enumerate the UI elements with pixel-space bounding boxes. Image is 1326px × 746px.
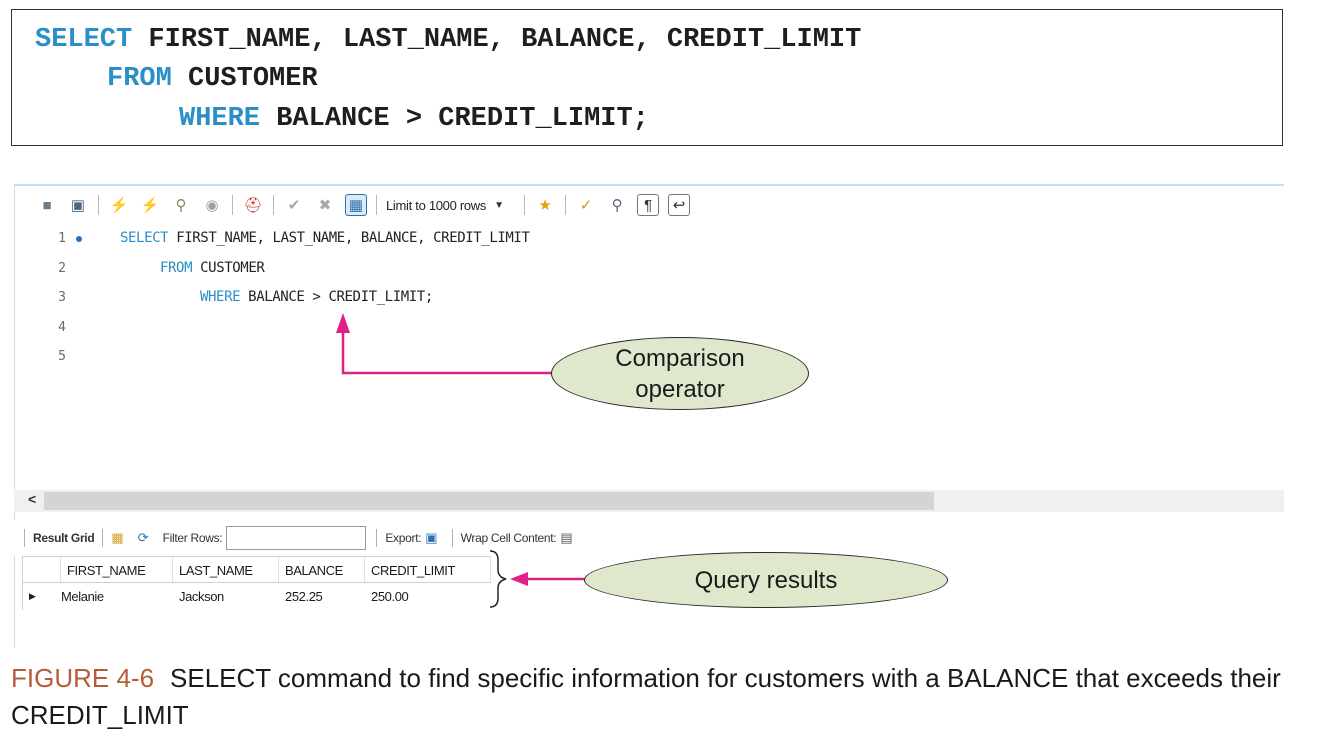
column-header[interactable]: BALANCE [279,557,365,584]
code-line-2: FROM CUSTOMER [107,63,318,95]
execute-current-icon[interactable]: ⚡ [139,194,161,216]
column-header[interactable]: LAST_NAME [173,557,279,584]
scrollbar-thumb[interactable] [44,492,934,510]
line-number: 4 [58,320,66,335]
explain-icon[interactable]: ⚲ [170,194,192,216]
editor-line-3: WHERE BALANCE > CREDIT_LIMIT; [200,289,433,305]
keyword-from: FROM [107,64,172,94]
folder-icon[interactable]: ■ [36,194,58,216]
keyword-select: SELECT [35,25,133,55]
filter-rows-input[interactable] [226,526,367,550]
limit-rows-select[interactable]: Limit to 1000 rows [386,198,486,213]
editor-line-1: SELECT FIRST_NAME, LAST_NAME, BALANCE, C… [120,230,530,246]
table-row[interactable]: ▶ Melanie Jackson 252.25 250.00 [23,583,491,610]
rollback-icon[interactable]: ✖ [314,194,336,216]
column-header[interactable]: FIRST_NAME [61,557,173,584]
editor-keyword-select: SELECT [120,230,169,246]
export-label: Export: [385,531,422,545]
find-icon[interactable]: ⚲ [606,194,628,216]
keyword-where: WHERE [179,104,261,134]
refresh-icon[interactable]: ⟳ [138,530,149,546]
toolbar-divider [273,195,274,215]
line-number: 1 [58,231,66,246]
beautify-icon[interactable]: ★ [534,194,556,216]
toolbar-divider [451,529,453,547]
comparison-operator-callout: Comparison operator [551,337,809,410]
stop-icon[interactable]: ◉ [201,194,223,216]
toolbar-divider [102,529,104,547]
grid-corner-cell [23,557,61,584]
wrap-icon[interactable]: ↩ [668,194,691,216]
callout-text: Query results [694,566,838,594]
toolbar-divider [232,195,233,215]
callout-line: operator [635,375,725,403]
wrap-cell-label: Wrap Cell Content: [460,531,557,545]
figure-label: FIGURE 4-6 [11,663,155,693]
statement-marker-icon [76,236,82,242]
horizontal-scrollbar[interactable]: < [14,490,1284,512]
from-table: CUSTOMER [171,64,318,94]
cleanup-icon[interactable]: ✓ [575,194,597,216]
line-number: 2 [58,261,66,276]
export-icon[interactable]: ▣ [425,530,437,546]
scroll-left-icon[interactable]: < [28,491,36,507]
editor-line-2: FROM CUSTOMER [160,260,265,276]
grid-header-row: FIRST_NAME LAST_NAME BALANCE CREDIT_LIMI… [23,556,491,584]
editor-where-condition: BALANCE > CREDIT_LIMIT; [240,289,433,305]
sql-editor-toolbar: ■ ▣ ⚡ ⚡ ⚲ ◉ ⛑ ✔ ✖ ▦ Limit to 1000 rows ▼… [14,186,1284,224]
chevron-down-icon[interactable]: ▼ [494,200,518,211]
execute-icon[interactable]: ⚡ [108,194,130,216]
table-cell[interactable]: Melanie [55,583,173,610]
select-columns: FIRST_NAME, LAST_NAME, BALANCE, CREDIT_L… [132,25,862,55]
query-results-callout: Query results [584,552,948,608]
editor-keyword-where: WHERE [200,289,241,305]
line-number: 3 [58,290,66,305]
result-grid-tab[interactable]: Result Grid [33,531,95,545]
toolbar-divider [565,195,567,215]
column-header[interactable]: CREDIT_LIMIT [365,557,491,584]
grid-view-icon[interactable]: ▦ [111,530,123,546]
toolbar-divider [524,195,526,215]
sql-code-box: SELECT FIRST_NAME, LAST_NAME, BALANCE, C… [11,9,1283,146]
commit-icon[interactable]: ✔ [283,194,305,216]
invisible-chars-icon[interactable]: ¶ [637,194,660,216]
filter-rows-label: Filter Rows: [162,531,223,545]
toolbar-divider [376,529,378,547]
callout-text: Comparison operator [615,343,744,405]
autocommit-icon[interactable]: ▦ [345,194,367,216]
code-line-3: WHERE BALANCE > CREDIT_LIMIT; [179,103,649,135]
caption-text: SELECT command to find specific informat… [11,663,1281,730]
row-pointer-icon: ▶ [29,591,36,601]
figure-caption: FIGURE 4-6 SELECT command to find specifi… [11,660,1311,734]
wrap-cell-icon[interactable]: ▤ [560,530,572,546]
table-cell[interactable]: Jackson [173,583,279,610]
result-toolbar: Result Grid ▦ ⟳ Filter Rows: Export: ▣ W… [14,520,1284,556]
table-cell[interactable]: 250.00 [365,583,491,610]
toolbar-divider [98,195,99,215]
line-number: 5 [58,349,66,364]
where-condition: BALANCE > CREDIT_LIMIT; [260,104,649,134]
editor-keyword-from: FROM [160,260,193,276]
result-grid: FIRST_NAME LAST_NAME BALANCE CREDIT_LIMI… [22,556,491,610]
table-cell[interactable]: 252.25 [279,583,365,610]
editor-select-columns: FIRST_NAME, LAST_NAME, BALANCE, CREDIT_L… [168,230,530,246]
callout-line: Comparison [615,344,745,372]
editor-from-table: CUSTOMER [192,260,265,276]
code-line-1: SELECT FIRST_NAME, LAST_NAME, BALANCE, C… [35,24,861,56]
toggle-error-icon[interactable]: ⛑ [242,194,264,216]
toolbar-divider [376,195,377,215]
save-icon[interactable]: ▣ [67,194,89,216]
toolbar-divider [24,529,25,547]
